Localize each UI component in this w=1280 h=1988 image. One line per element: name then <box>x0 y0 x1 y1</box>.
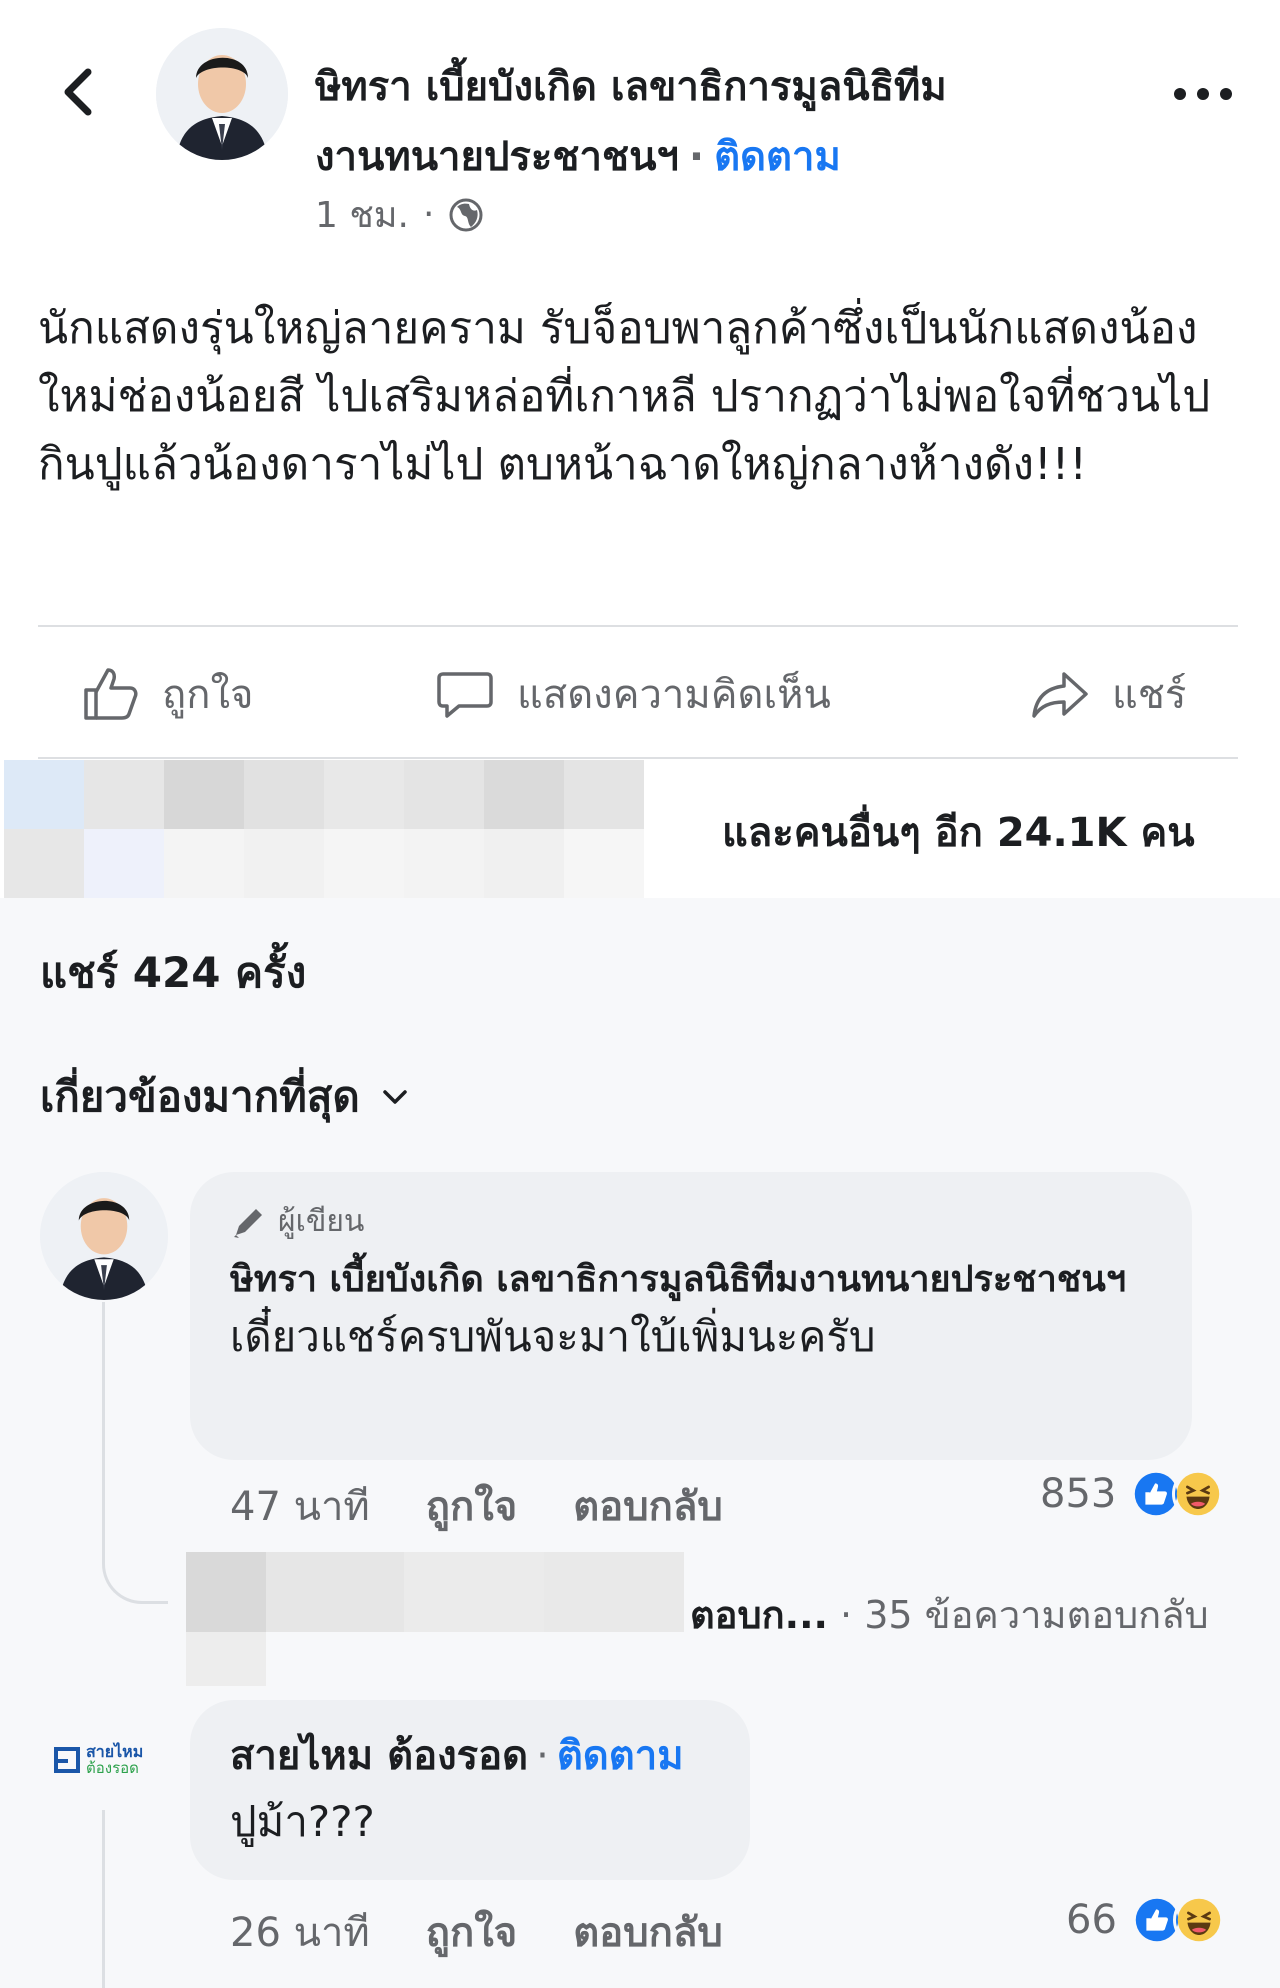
replies-count: · 35 ข้อความตอบกลับ <box>840 1593 1209 1637</box>
like-label: ถูกใจ <box>162 672 254 718</box>
comment-bubble[interactable]: ผู้เขียน ษิทรา เบี้ยบังเกิด เลขาธิการมูล… <box>190 1172 1192 1460</box>
comment-reaction-count: 853 <box>1040 1471 1117 1517</box>
follow-link[interactable]: ติดตาม <box>714 134 841 180</box>
speech-bubble-icon <box>437 672 493 718</box>
back-button[interactable] <box>50 62 110 122</box>
meta-separator: · <box>422 194 435 235</box>
comment-author-name[interactable]: ษิทรา เบี้ยบังเกิด เลขาธิการมูลนิธิทีมงา… <box>230 1253 1152 1307</box>
haha-reaction-icon <box>1172 1468 1225 1520</box>
comment-2-separator: · <box>536 1733 549 1779</box>
comment-2-author-name[interactable]: สายไหม ต้องรอด <box>230 1733 528 1779</box>
page-logo-text: สายไหม ต้องรอด <box>86 1742 144 1777</box>
comment-author-avatar[interactable] <box>40 1172 168 1300</box>
reply-author-blurred[interactable] <box>186 1552 684 1686</box>
thumbs-up-icon <box>84 668 138 720</box>
divider-top <box>38 625 1238 627</box>
post-meta: 1 ชม. · <box>315 186 484 243</box>
comment-2-like-button[interactable]: ถูกใจ <box>426 1900 517 1964</box>
comment-label: แสดงความคิดเห็น <box>517 672 831 718</box>
comment-2-follow-link[interactable]: ติดตาม <box>557 1733 684 1779</box>
post-text: นักแสดงรุ่นใหญ่ลายคราม รับจ็อบพาลูกค้าซึ… <box>38 303 1211 490</box>
comment-2-reactions[interactable]: 66 <box>1066 1894 1225 1946</box>
more-dots-icon <box>1174 88 1232 100</box>
share-button[interactable]: แชร์ <box>1030 662 1186 726</box>
chevron-down-icon <box>382 1090 407 1104</box>
comment-reactions[interactable]: 853 <box>1040 1468 1225 1520</box>
shares-count[interactable]: แชร์ 424 ครั้ง <box>40 940 306 1006</box>
author-avatar-image <box>156 28 288 160</box>
comment-2-text: ปูม้า??? <box>230 1797 375 1846</box>
reply-preview-text: ตอบก... <box>690 1593 828 1637</box>
comment-sort-selector[interactable]: เกี่ยวข้องมากที่สุด <box>40 1064 412 1130</box>
comment-author-avatar-image <box>40 1172 168 1300</box>
page-avatar[interactable]: สายไหม ต้องรอด <box>52 1730 162 1790</box>
comment-2-reaction-count: 66 <box>1066 1897 1117 1943</box>
page-logo-line2: ต้องรอด <box>86 1759 139 1777</box>
name-separator: · <box>688 134 705 180</box>
reactor-names-blurred[interactable] <box>4 760 722 967</box>
pencil-icon <box>234 1208 262 1238</box>
author-name-line2: งานทนายประชาชนฯ · ติดตาม <box>315 122 1075 192</box>
author-avatar[interactable] <box>156 28 288 160</box>
comment-2-author-line: สายไหม ต้องรอด · ติดตาม <box>230 1728 710 1784</box>
thread-line-1 <box>102 1302 168 1604</box>
chevron-left-icon <box>64 68 92 116</box>
comment-meta: 47 นาที ถูกใจ ตอบกลับ <box>230 1474 723 1538</box>
comment-2-reply-button[interactable]: ตอบกลับ <box>573 1900 723 1964</box>
globe-icon <box>449 198 483 231</box>
divider-actions <box>38 757 1238 759</box>
share-arrow-icon <box>1032 672 1088 718</box>
more-options-button[interactable] <box>1168 72 1238 116</box>
author-name-line2-text: งานทนายประชาชนฯ <box>315 134 679 180</box>
post-action-bar: ถูกใจ แสดงความคิดเห็น แชร์ <box>40 640 1240 750</box>
like-button[interactable]: ถูกใจ <box>80 662 253 726</box>
reaction-icons-2 <box>1130 1894 1225 1946</box>
comment-like-button[interactable]: ถูกใจ <box>426 1474 517 1538</box>
reaction-icons <box>1130 1468 1225 1520</box>
author-badge-label: ผู้เขียน <box>278 1204 365 1239</box>
author-name-line1: ษิทรา เบี้ยบังเกิด เลขาธิการมูลนิธิทีม <box>315 64 947 110</box>
page-logo-icon <box>54 1747 80 1773</box>
comment-time[interactable]: 47 นาที <box>230 1474 370 1538</box>
sort-label: เกี่ยวข้องมากที่สุด <box>40 1072 360 1121</box>
page-logo-line1: สายไหม <box>86 1742 144 1761</box>
comment-bubble-2[interactable]: สายไหม ต้องรอด · ติดตาม ปูม้า??? <box>190 1700 750 1880</box>
share-label: แชร์ <box>1112 672 1187 718</box>
reactions-summary[interactable]: และคนอื่นๆ อีก 24.1K คน <box>722 800 1195 864</box>
post-timestamp[interactable]: 1 ชม. <box>315 186 409 243</box>
comment-button[interactable]: แสดงความคิดเห็น <box>435 662 831 726</box>
haha-reaction-icon <box>1172 1894 1225 1946</box>
comment-2-time[interactable]: 26 นาที <box>230 1900 370 1964</box>
view-replies-link[interactable]: ตอบก... · 35 ข้อความตอบกลับ <box>690 1584 1209 1645</box>
post-author-name[interactable]: ษิทรา เบี้ยบังเกิด เลขาธิการมูลนิธิทีม ง… <box>315 52 1075 192</box>
comment-2-meta: 26 นาที ถูกใจ ตอบกลับ <box>230 1900 723 1964</box>
comment-text: เดี๋ยวแชร์ครบพันจะมาใบ้เพิ่มนะครับ <box>230 1312 876 1361</box>
comment-reply-button[interactable]: ตอบกลับ <box>573 1474 723 1538</box>
thread-line-2 <box>102 1810 105 1988</box>
author-badge: ผู้เขียน <box>230 1198 1152 1245</box>
